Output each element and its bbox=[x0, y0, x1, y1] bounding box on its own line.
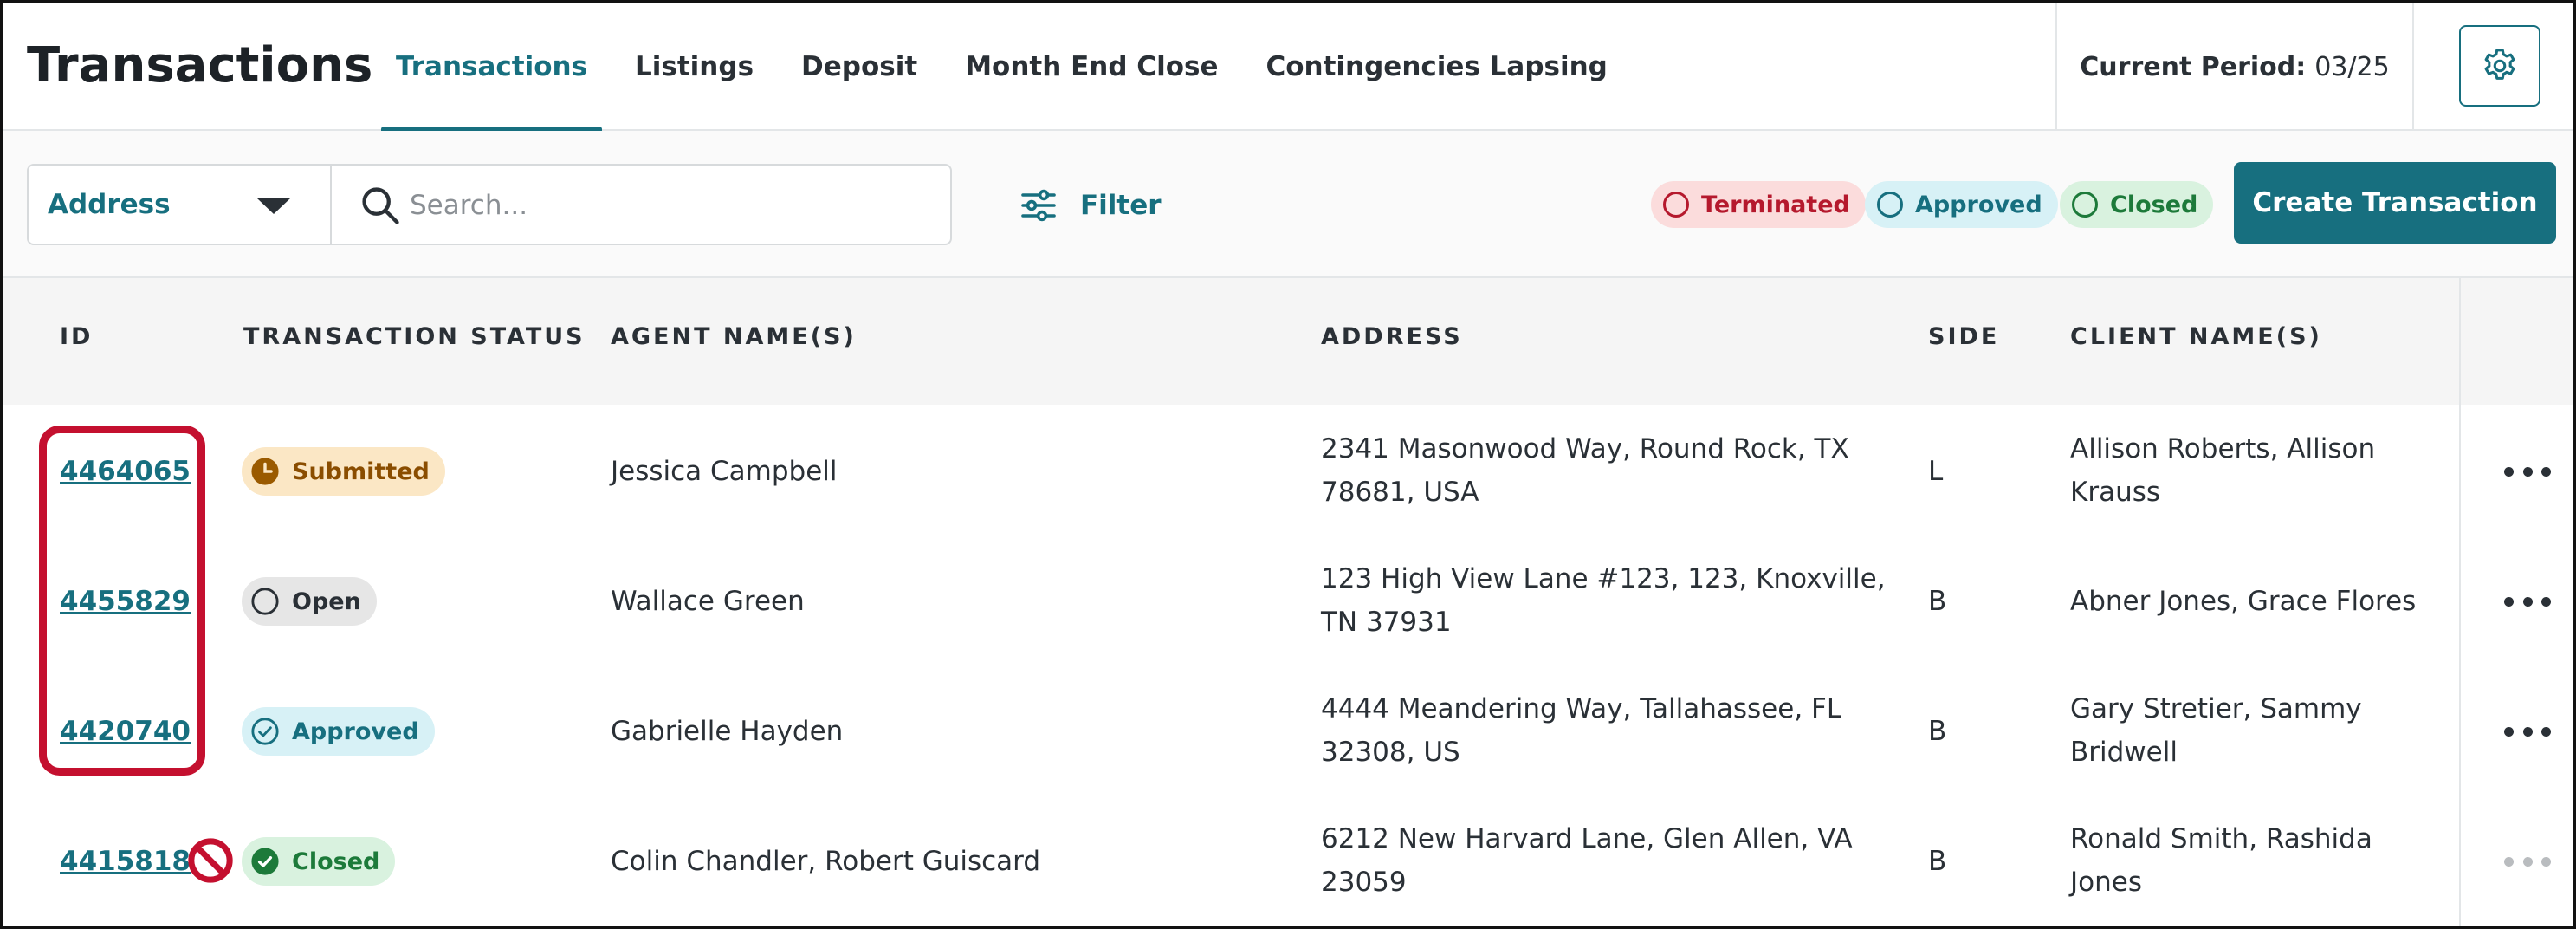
actions-column-header bbox=[2459, 278, 2573, 405]
status-badge-label: Closed bbox=[292, 848, 380, 875]
status-badge-label: Approved bbox=[292, 718, 419, 745]
sliders-icon bbox=[1021, 189, 1056, 222]
search-field-select[interactable]: Address bbox=[27, 164, 332, 245]
caret-down-icon bbox=[257, 198, 290, 214]
side-value: B bbox=[1928, 716, 1947, 747]
circle-icon bbox=[251, 588, 279, 615]
search-input[interactable] bbox=[410, 179, 929, 231]
table-row: 4455829 Open Wallace Green 123 High View… bbox=[3, 536, 2573, 666]
address-line-1: 6212 New Harvard Lane, Glen Allen, VA bbox=[1321, 823, 1853, 854]
address-line-2: 23059 bbox=[1321, 867, 1407, 898]
address-line-2: 32308, US bbox=[1321, 737, 1460, 768]
page-title: Transactions bbox=[27, 37, 373, 94]
address-line-2: 78681, USA bbox=[1321, 477, 1479, 508]
circle-icon bbox=[1877, 192, 1903, 218]
tab-contingencies-lapsing[interactable]: Contingencies Lapsing bbox=[1249, 3, 1623, 131]
more-options-icon[interactable] bbox=[2504, 723, 2551, 740]
app-window: Transactions Transactions Listings Depos… bbox=[0, 0, 2576, 929]
tab-listings[interactable]: Listings bbox=[618, 3, 770, 131]
agent-names: Wallace Green bbox=[611, 586, 805, 617]
circle-icon bbox=[2072, 192, 2098, 218]
prohibited-icon bbox=[188, 838, 233, 883]
table-header: ID TRANSACTION STATUS AGENT NAME(S) ADDR… bbox=[3, 278, 2573, 405]
table-row: 4420740 Approved Gabrielle Hayden 4444 M… bbox=[3, 666, 2573, 796]
current-period-value: 03/25 bbox=[2314, 51, 2390, 82]
client-names-line-1: Allison Roberts, Allison bbox=[2070, 433, 2376, 464]
chip-approved[interactable]: Approved bbox=[1865, 181, 2058, 228]
column-header-side[interactable]: SIDE bbox=[1928, 323, 1999, 350]
client-names-line-1: Abner Jones, Grace Flores bbox=[2070, 586, 2417, 617]
column-header-address[interactable]: ADDRESS bbox=[1321, 323, 1463, 350]
more-options-icon-disabled bbox=[2504, 853, 2551, 870]
settings-button[interactable] bbox=[2459, 25, 2540, 107]
chip-closed-label: Closed bbox=[2110, 191, 2198, 218]
transaction-id-link[interactable]: 4455829 bbox=[60, 580, 191, 623]
circle-icon bbox=[1663, 192, 1689, 218]
status-badge: Approved bbox=[242, 707, 435, 756]
chip-approved-label: Approved bbox=[1915, 191, 2042, 218]
client-names-line-2: Bridwell bbox=[2070, 737, 2178, 768]
status-badge: Closed bbox=[242, 837, 396, 886]
status-badge: Open bbox=[242, 577, 377, 626]
transaction-id-link[interactable]: 4420740 bbox=[60, 710, 191, 753]
transaction-id-link[interactable]: 4415818 bbox=[60, 840, 191, 883]
tab-transactions[interactable]: Transactions bbox=[379, 3, 604, 133]
more-options-icon[interactable] bbox=[2504, 463, 2551, 480]
search-field-selected: Address bbox=[48, 189, 171, 220]
address-line-1: 123 High View Lane #123, 123, Knoxville, bbox=[1321, 563, 1886, 594]
side-value: B bbox=[1928, 846, 1947, 877]
client-names-line-1: Ronald Smith, Rashida bbox=[2070, 823, 2372, 854]
more-options-icon[interactable] bbox=[2504, 593, 2551, 610]
check-circle-filled-icon bbox=[251, 848, 279, 875]
address-line-1: 4444 Meandering Way, Tallahassee, FL bbox=[1321, 693, 1842, 724]
current-period-label: Current Period: bbox=[2080, 51, 2307, 82]
top-header: Transactions Transactions Listings Depos… bbox=[3, 3, 2573, 133]
create-transaction-button[interactable]: Create Transaction bbox=[2234, 162, 2556, 244]
column-header-agents[interactable]: AGENT NAME(S) bbox=[611, 323, 857, 350]
address-line-2: TN 37931 bbox=[1321, 607, 1452, 638]
filter-label: Filter bbox=[1080, 190, 1162, 221]
chip-closed[interactable]: Closed bbox=[2060, 181, 2214, 228]
search-icon bbox=[362, 187, 399, 224]
table-row: 4415818 Closed Colin Chandler, Robert Gu… bbox=[3, 796, 2573, 926]
transaction-id-link[interactable]: 4464065 bbox=[60, 450, 191, 493]
agent-names: Gabrielle Hayden bbox=[611, 716, 844, 747]
clock-icon bbox=[251, 458, 279, 485]
agent-names: Colin Chandler, Robert Guiscard bbox=[611, 846, 1041, 877]
tab-month-end-close[interactable]: Month End Close bbox=[948, 3, 1234, 131]
status-badge-label: Submitted bbox=[292, 458, 430, 485]
chip-terminated[interactable]: Terminated bbox=[1651, 181, 1866, 228]
gear-icon bbox=[2484, 49, 2515, 80]
status-badge: Submitted bbox=[242, 447, 445, 496]
column-header-id[interactable]: ID bbox=[60, 323, 93, 350]
tab-deposit[interactable]: Deposit bbox=[785, 3, 934, 131]
column-header-clients[interactable]: CLIENT NAME(S) bbox=[2070, 323, 2322, 350]
agent-names: Jessica Campbell bbox=[611, 456, 838, 487]
table-row: 4464065 Submitted Jessica Campbell 2341 … bbox=[3, 406, 2573, 536]
side-value: L bbox=[1928, 456, 1944, 487]
address-line-1: 2341 Masonwood Way, Round Rock, TX bbox=[1321, 433, 1849, 464]
search-box bbox=[330, 164, 952, 245]
side-value: B bbox=[1928, 586, 1947, 617]
filter-button[interactable]: Filter bbox=[1018, 179, 1162, 231]
current-period: Current Period: 03/25 bbox=[2055, 3, 2414, 131]
main-nav: Transactions Listings Deposit Month End … bbox=[379, 3, 1639, 133]
client-names-line-2: Krauss bbox=[2070, 477, 2161, 508]
chip-terminated-label: Terminated bbox=[1701, 191, 1850, 218]
column-header-status[interactable]: TRANSACTION STATUS bbox=[243, 323, 586, 350]
client-names-line-2: Jones bbox=[2070, 867, 2142, 898]
status-badge-label: Open bbox=[292, 588, 361, 615]
client-names-line-1: Gary Stretier, Sammy bbox=[2070, 693, 2362, 724]
check-circle-icon bbox=[251, 718, 279, 745]
